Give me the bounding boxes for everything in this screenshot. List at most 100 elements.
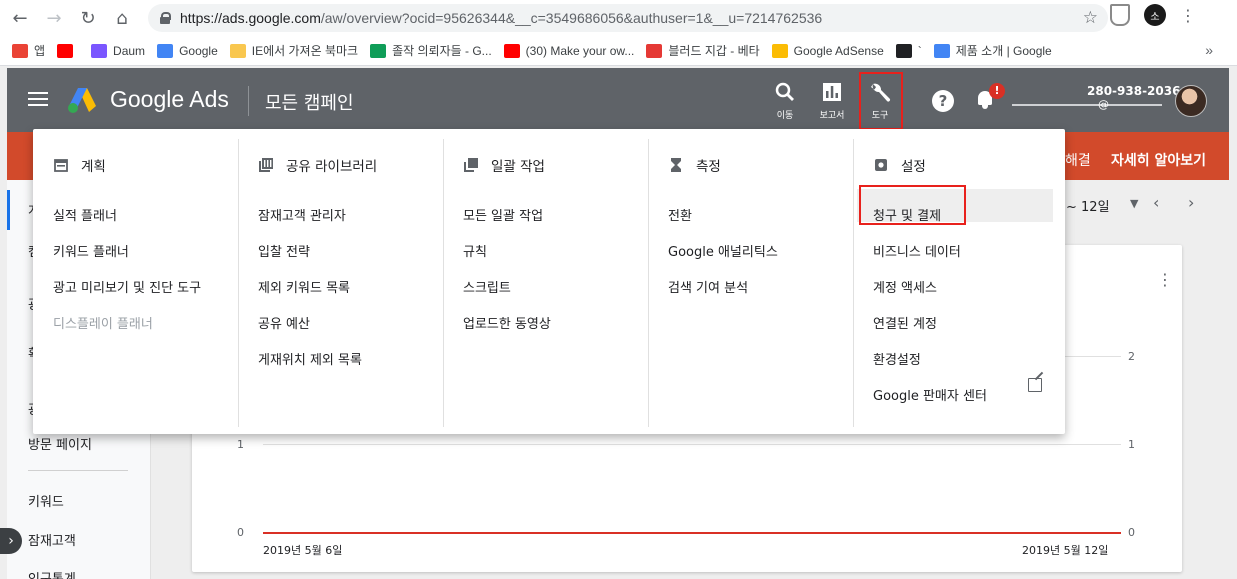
menu-item[interactable]: 잠재고객 관리자 [258, 205, 346, 224]
profile-avatar-icon[interactable]: 소 [1144, 4, 1166, 26]
menu-item[interactable]: 청구 및 결제 [873, 205, 941, 224]
bookmark-item[interactable]: Google AdSense [771, 43, 884, 58]
youtube-icon [57, 43, 74, 58]
avatar[interactable] [1175, 85, 1207, 117]
reports-label: 보고서 [819, 111, 845, 121]
menu-column-title: 설정 [901, 159, 926, 175]
menu-column-heading: 일괄 작업 [463, 155, 545, 175]
menu-icon[interactable] [28, 92, 48, 108]
bookmark-item[interactable]: Google [157, 43, 218, 58]
google-g-icon [933, 43, 950, 58]
copy-icon [463, 157, 479, 173]
bookmark-item[interactable]: 블러드 지갑 - 베타 [646, 42, 760, 59]
menu-column-title: 측정 [696, 159, 721, 175]
bookmark-item[interactable]: 졸작 의뢰자들 - G... [370, 42, 492, 59]
page-title: 모든 캠페인 [265, 93, 354, 114]
nav-item[interactable]: 잠재고객 [28, 530, 76, 549]
back-icon[interactable]: ← [6, 4, 34, 32]
menu-item[interactable]: 제외 키워드 목록 [258, 277, 350, 296]
calendar-icon [53, 157, 69, 173]
search-button[interactable]: 이동 [765, 82, 805, 121]
menu-item[interactable]: 연결된 계정 [873, 313, 937, 332]
menu-column-divider [443, 139, 444, 427]
menu-item[interactable]: 광고 미리보기 및 진단 도구 [53, 277, 201, 296]
menu-item[interactable]: 검색 기여 분석 [668, 277, 748, 296]
google-ads-logo-icon [68, 88, 96, 113]
tools-menu: 계획 실적 플래너 키워드 플래너 광고 미리보기 및 진단 도구 디스플레이 플래너 공… [33, 129, 1065, 434]
bookmark-item[interactable]: Daum [91, 43, 145, 58]
brand-name: Google Ads [110, 86, 229, 112]
ads-header: Google Ads 모든 캠페인 이동 보고서 도구 ? ! 280-938-… [7, 68, 1229, 132]
reports-button[interactable]: 보고서 [812, 82, 852, 121]
search-label: 이동 [776, 111, 794, 121]
menu-column: 측정전환 Google 애널리틱스검색 기여 분석 [648, 129, 853, 434]
y-left-tick: 0 [237, 526, 244, 539]
address-bar[interactable]: https://ads.google.com/aw/overview?ocid=… [148, 4, 1108, 32]
adsense-icon [771, 43, 788, 58]
bookmarks-overflow-icon[interactable]: » [1205, 42, 1213, 58]
menu-item[interactable]: 실적 플래너 [53, 205, 117, 224]
menu-item[interactable]: 계정 액세스 [873, 277, 937, 296]
menu-column: 일괄 작업모든 일괄 작업규칙스크립트업로드한 동영상 [443, 129, 648, 434]
menu-item[interactable]: 환경설정 [873, 349, 921, 368]
menu-item[interactable]: 스크립트 [463, 277, 511, 296]
account-email[interactable]: @ [1012, 98, 1162, 111]
fix-link[interactable]: 해결 [1065, 150, 1091, 170]
help-icon[interactable]: ? [932, 90, 954, 112]
lock-icon [160, 12, 171, 24]
date-range-label[interactable]: ~ 12일 [1066, 196, 1110, 215]
bookmark-item[interactable]: ` [895, 43, 922, 58]
bookmark-item[interactable]: 제품 소개 | Google [933, 42, 1052, 59]
hourglass-icon [668, 157, 684, 173]
dots-icon [895, 43, 912, 58]
bookmark-item[interactable]: 앱 [12, 42, 45, 59]
browser-toolbar: ← → ↻ ⌂ https://ads.google.com/aw/overvi… [0, 0, 1237, 36]
bookmark-item[interactable]: IE에서 가져온 북마크 [229, 42, 358, 59]
menu-item[interactable]: 입찰 전략 [258, 241, 310, 260]
url-base: https://ads.google.com [180, 10, 321, 26]
y-left-tick: 1 [237, 438, 244, 451]
menu-item[interactable]: Google 애널리틱스 [668, 241, 778, 260]
card-more-icon[interactable]: ⋮ [1157, 270, 1173, 289]
menu-item[interactable]: 키워드 플래너 [53, 241, 129, 260]
menu-item[interactable]: 비즈니스 데이터 [873, 241, 961, 260]
menu-column: 계획 실적 플래너 키워드 플래너 광고 미리보기 및 진단 도구 디스플레이 플래너 [33, 129, 238, 434]
forward-icon[interactable]: → [40, 4, 68, 32]
bookmark-label: 제품 소개 | Google [955, 44, 1052, 58]
bookmark-star-icon[interactable]: ☆ [1083, 8, 1098, 28]
nav-item[interactable]: 인구통계 [28, 568, 76, 579]
bookmarks-bar: 앱 Daum Google IE에서 가져온 북마크 졸작 의뢰자들 - G... (30… [0, 36, 1237, 66]
nav-item[interactable]: 방문 페이지 [28, 434, 92, 453]
menu-item[interactable]: 전환 [668, 205, 692, 224]
bookmark-label: 졸작 의뢰자들 - G... [392, 44, 492, 58]
date-prev-icon[interactable]: ‹ [1153, 193, 1159, 212]
menu-column: 공유 라이브러리잠재고객 관리자입찰 전략제외 키워드 목록공유 예산게재위치 … [238, 129, 443, 434]
learn-more-link[interactable]: 자세히 알아보기 [1111, 150, 1206, 170]
nav-item[interactable]: 키워드 [28, 491, 64, 510]
shield-extension-icon[interactable] [1110, 4, 1130, 26]
menu-item[interactable]: 공유 예산 [258, 313, 310, 332]
menu-item[interactable]: 규칙 [463, 241, 487, 260]
date-dropdown-icon[interactable]: ▼ [1130, 197, 1138, 210]
daum-icon [91, 43, 108, 58]
date-next-icon[interactable]: › [1188, 193, 1194, 212]
bookmark-label: 앱 [34, 44, 46, 58]
menu-item[interactable]: Google 판매자 센터 [873, 385, 987, 404]
menu-item[interactable]: 모든 일괄 작업 [463, 205, 543, 224]
home-icon[interactable]: ⌂ [108, 4, 136, 32]
tools-highlight [859, 72, 903, 130]
menu-column-title: 공유 라이브러리 [286, 159, 378, 175]
google-g-icon [157, 43, 174, 58]
y-right-tick: 2 [1128, 350, 1135, 363]
menu-column-divider [238, 139, 239, 427]
y-right-tick: 0 [1128, 526, 1135, 539]
account-id[interactable]: 280-938-2036 [1087, 84, 1180, 98]
bookmark-item[interactable]: (30) Make your ow... [503, 43, 634, 58]
menu-item[interactable]: 업로드한 동영상 [463, 313, 551, 332]
youtube-icon [503, 43, 520, 58]
account-email-text: @ [1098, 98, 1109, 111]
reload-icon[interactable]: ↻ [74, 4, 102, 32]
menu-item[interactable]: 게재위치 제외 목록 [258, 349, 362, 368]
browser-menu-icon[interactable]: ⋮ [1180, 6, 1196, 25]
bookmark-item[interactable] [57, 43, 79, 58]
